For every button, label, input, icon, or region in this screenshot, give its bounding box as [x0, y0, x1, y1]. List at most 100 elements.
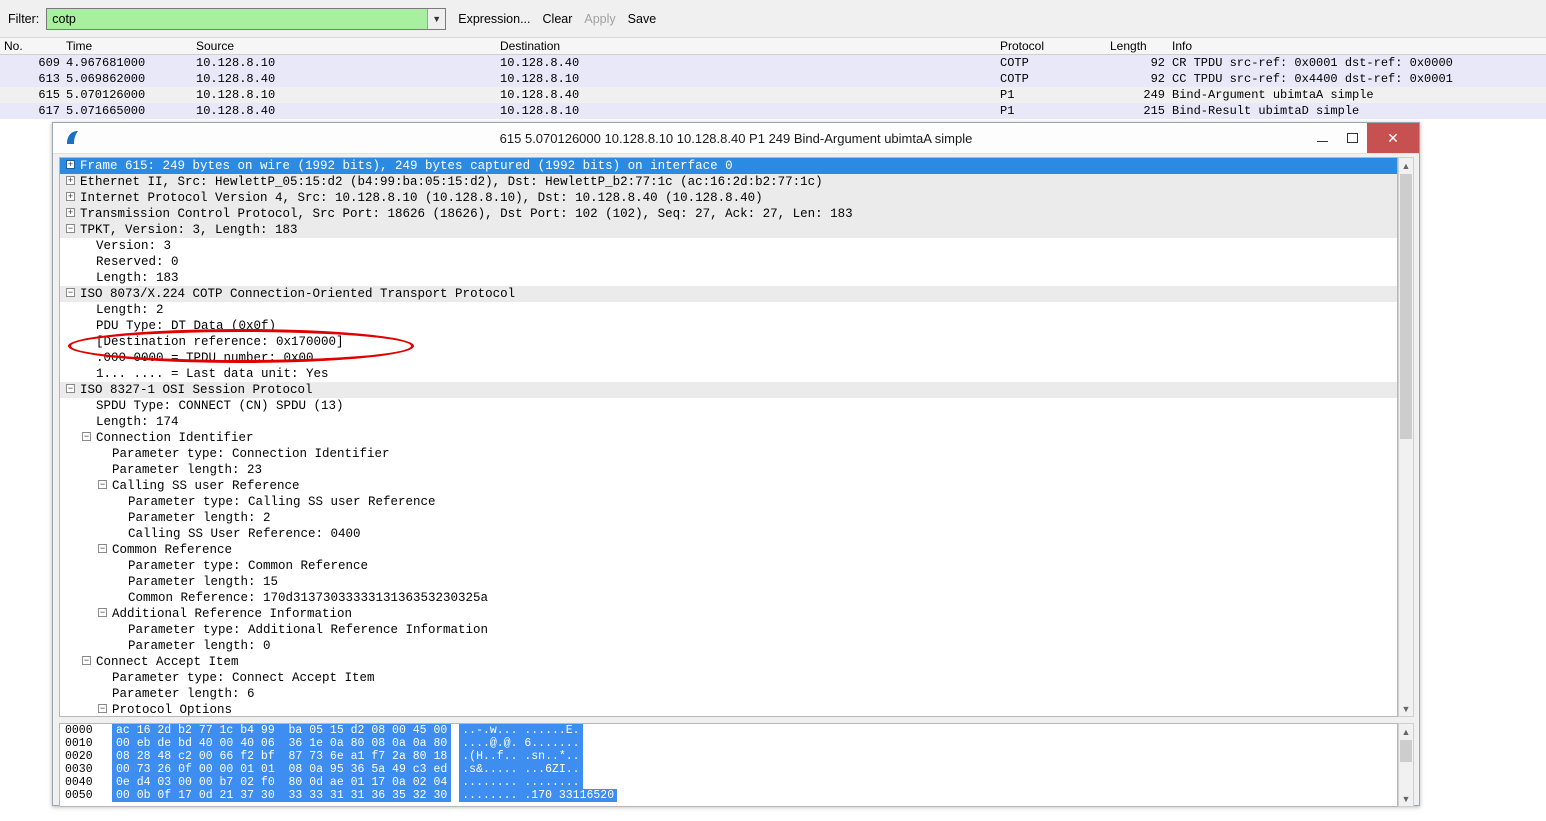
tree-twisty-none: [82, 256, 91, 265]
save-button[interactable]: Save: [628, 12, 657, 26]
scrollbar-thumb[interactable]: [1400, 740, 1412, 762]
tree-item[interactable]: SPDU Type: CONNECT (CN) SPDU (13): [60, 398, 1397, 414]
tree-item[interactable]: Version: 3: [60, 238, 1397, 254]
column-header-time[interactable]: Time: [66, 39, 92, 53]
tree-item[interactable]: − Additional Reference Information: [60, 606, 1397, 622]
tree-item[interactable]: + Frame 615: 249 bytes on wire (1992 bits…: [60, 158, 1397, 174]
tree-item[interactable]: − Common Reference: [60, 542, 1397, 558]
tree-item[interactable]: Parameter type: Additional Reference Inf…: [60, 622, 1397, 638]
hex-dump-row[interactable]: 0020 08 28 48 c2 00 66 f2 bf 87 73 6e a1 …: [60, 750, 1397, 763]
packet-list[interactable]: No. Time Source Destination Protocol Len…: [0, 38, 1546, 119]
collapse-icon[interactable]: −: [98, 608, 107, 618]
expand-icon[interactable]: +: [66, 160, 75, 170]
collapse-icon[interactable]: −: [98, 704, 107, 714]
apply-button[interactable]: Apply: [584, 12, 615, 26]
collapse-icon[interactable]: −: [82, 432, 91, 442]
packet-row[interactable]: 613 5.069862000 10.128.8.40 10.128.8.10 …: [0, 71, 1546, 87]
hex-dump-row[interactable]: 0010 00 eb de bd 40 00 40 06 36 1e 0a 80 …: [60, 737, 1397, 750]
hex-dump-row[interactable]: 0000 ac 16 2d b2 77 1c b4 99 ba 05 15 d2 …: [60, 724, 1397, 737]
tree-item[interactable]: − Calling SS user Reference: [60, 478, 1397, 494]
scroll-down-icon[interactable]: ▼: [1399, 791, 1413, 806]
hex-dump-row[interactable]: 0050 00 0b 0f 17 0d 21 37 30 33 33 31 31 …: [60, 789, 1397, 802]
maximize-button[interactable]: [1337, 123, 1367, 153]
hex-bytes: ac 16 2d b2 77 1c b4 99 ba 05 15 d2 08 0…: [112, 724, 452, 737]
collapse-icon[interactable]: −: [98, 480, 107, 490]
expand-icon[interactable]: +: [66, 208, 75, 218]
tree-item[interactable]: Parameter type: Calling SS user Referenc…: [60, 494, 1397, 510]
tree-item[interactable]: Parameter length: 23: [60, 462, 1397, 478]
tree-item[interactable]: − Connection Identifier: [60, 430, 1397, 446]
column-header-destination[interactable]: Destination: [500, 39, 560, 53]
tree-twisty-none: [82, 240, 91, 249]
packet-row[interactable]: 617 5.071665000 10.128.8.40 10.128.8.10 …: [0, 103, 1546, 119]
scroll-up-icon[interactable]: ▲: [1399, 158, 1413, 173]
packet-row-selected[interactable]: 615 5.070126000 10.128.8.10 10.128.8.40 …: [0, 87, 1546, 103]
expression-button[interactable]: Expression...: [458, 12, 530, 26]
column-header-info[interactable]: Info: [1172, 39, 1192, 53]
packet-row[interactable]: 609 4.967681000 10.128.8.10 10.128.8.40 …: [0, 55, 1546, 71]
tree-item[interactable]: [Destination reference: 0x170000]: [60, 334, 1397, 350]
tree-item[interactable]: 1... .... = Last data unit: Yes: [60, 366, 1397, 382]
expand-icon[interactable]: +: [66, 176, 75, 186]
window-titlebar[interactable]: 615 5.070126000 10.128.8.10 10.128.8.40 …: [53, 123, 1419, 154]
tree-item[interactable]: Length: 2: [60, 302, 1397, 318]
tree-item[interactable]: Parameter length: 0: [60, 638, 1397, 654]
chevron-down-icon[interactable]: ▼: [427, 8, 446, 29]
tree-item[interactable]: Parameter length: 2: [60, 510, 1397, 526]
minimize-button[interactable]: [1307, 123, 1337, 153]
tree-item-label: Additional Reference Information: [112, 607, 353, 621]
column-header-no[interactable]: No.: [4, 39, 23, 53]
filter-input[interactable]: [47, 7, 428, 30]
collapse-icon[interactable]: −: [82, 656, 91, 666]
cell-destination: 10.128.8.10: [500, 104, 580, 118]
tree-item[interactable]: Common Reference: 170d313730333331313635…: [60, 590, 1397, 606]
hex-ascii: ....@.@. 6.......: [459, 737, 583, 750]
cell-protocol: COTP: [1000, 72, 1029, 86]
clear-button[interactable]: Clear: [543, 12, 573, 26]
column-header-source[interactable]: Source: [196, 39, 234, 53]
tree-item-label: Connection Identifier: [96, 431, 254, 445]
hex-dump-row[interactable]: 0030 00 73 26 0f 00 00 01 01 08 0a 95 36 …: [60, 763, 1397, 776]
tree-item[interactable]: Parameter type: Connection Identifier: [60, 446, 1397, 462]
scroll-up-icon[interactable]: ▲: [1399, 724, 1413, 739]
tree-item-label: [Destination reference: 0x170000]: [96, 335, 344, 349]
tree-item[interactable]: Length: 174: [60, 414, 1397, 430]
tree-item[interactable]: − ISO 8073/X.224 COTP Connection-Oriented…: [60, 286, 1397, 302]
hex-vertical-scrollbar[interactable]: ▲ ▼: [1398, 723, 1414, 807]
tree-item[interactable]: + Transmission Control Protocol, Src Port…: [60, 206, 1397, 222]
tree-item[interactable]: Length: 183: [60, 270, 1397, 286]
tree-item[interactable]: Parameter length: 15: [60, 574, 1397, 590]
tree-item[interactable]: − ISO 8327-1 OSI Session Protocol: [60, 382, 1397, 398]
cell-info: Bind-Argument ubimtaA simple: [1172, 88, 1374, 102]
collapse-icon[interactable]: −: [66, 384, 75, 394]
tree-item[interactable]: + Internet Protocol Version 4, Src: 10.12…: [60, 190, 1397, 206]
tree-item[interactable]: Calling SS User Reference: 0400: [60, 526, 1397, 542]
collapse-icon[interactable]: −: [98, 544, 107, 554]
tree-item[interactable]: Parameter length: 6: [60, 686, 1397, 702]
hex-dump-row[interactable]: 0040 0e d4 03 00 00 b7 02 f0 80 0d ae 01 …: [60, 776, 1397, 789]
scrollbar-thumb[interactable]: [1400, 174, 1412, 439]
collapse-icon[interactable]: −: [66, 288, 75, 298]
display-filter-combobox[interactable]: ▼: [46, 7, 447, 30]
scroll-down-icon[interactable]: ▼: [1399, 701, 1413, 716]
column-header-protocol[interactable]: Protocol: [1000, 39, 1044, 53]
tree-item[interactable]: Reserved: 0: [60, 254, 1397, 270]
tree-item[interactable]: PDU Type: DT Data (0x0f): [60, 318, 1397, 334]
tree-item[interactable]: .000 0000 = TPDU number: 0x00: [60, 350, 1397, 366]
tree-item-label: Parameter type: Calling SS user Referenc…: [128, 495, 436, 509]
tree-item[interactable]: + Ethernet II, Src: HewlettP_05:15:d2 (b4…: [60, 174, 1397, 190]
expand-icon[interactable]: +: [66, 192, 75, 202]
close-button[interactable]: ✕: [1367, 123, 1419, 153]
tree-item-label: ISO 8073/X.224 COTP Connection-Oriented …: [80, 287, 516, 301]
hex-dump-pane[interactable]: 0000 ac 16 2d b2 77 1c b4 99 ba 05 15 d2 …: [59, 723, 1398, 807]
tree-item[interactable]: Parameter type: Common Reference: [60, 558, 1397, 574]
tree-item[interactable]: − TPKT, Version: 3, Length: 183: [60, 222, 1397, 238]
column-header-length[interactable]: Length: [1110, 39, 1147, 53]
hex-bytes: 0e d4 03 00 00 b7 02 f0 80 0d ae 01 17 0…: [112, 776, 452, 789]
tree-item[interactable]: Parameter type: Connect Accept Item: [60, 670, 1397, 686]
tree-item[interactable]: − Protocol Options: [60, 702, 1397, 716]
protocol-tree[interactable]: + Frame 615: 249 bytes on wire (1992 bits…: [59, 157, 1398, 717]
collapse-icon[interactable]: −: [66, 224, 75, 234]
tree-vertical-scrollbar[interactable]: ▲ ▼: [1398, 157, 1414, 717]
tree-item[interactable]: − Connect Accept Item: [60, 654, 1397, 670]
